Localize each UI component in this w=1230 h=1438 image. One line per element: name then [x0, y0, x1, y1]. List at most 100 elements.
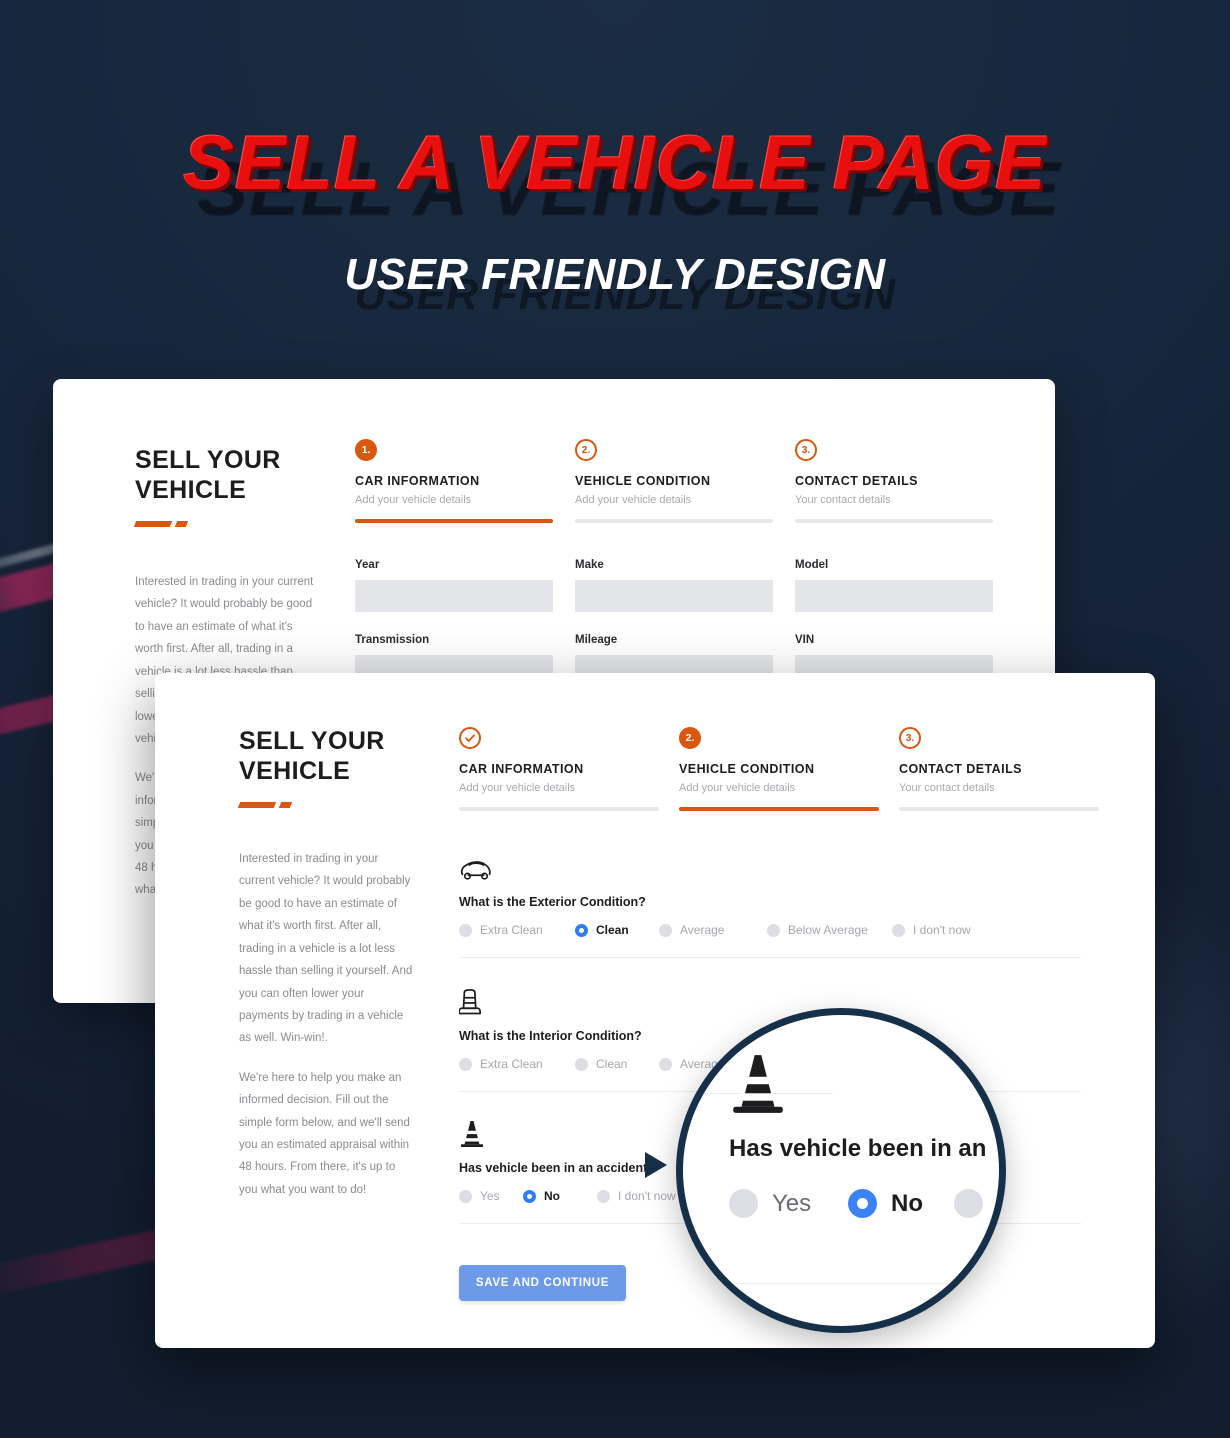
back-step-badge-1: 1. — [355, 439, 377, 461]
question-text-exterior: What is the Exterior Condition? — [459, 895, 646, 909]
radio-icon[interactable] — [659, 923, 672, 937]
radio-icon[interactable] — [892, 923, 905, 937]
back-card-page-title: SELL YOUR VEHICLE — [135, 445, 320, 505]
magnifier-pointer — [645, 1152, 667, 1178]
front-step-title-3: CONTACT DETAILS — [899, 762, 1022, 776]
field-input-model[interactable] — [795, 580, 993, 612]
front-step-rail-2 — [679, 807, 879, 811]
magnifier-option-no[interactable]: No — [848, 1189, 954, 1218]
front-step-rail-1 — [459, 807, 659, 811]
field-input-make[interactable] — [575, 580, 773, 612]
radio-icon[interactable] — [459, 923, 472, 937]
magnifier-question-text: Has vehicle been in an — [729, 1135, 987, 1162]
radio-icon-selected[interactable] — [848, 1189, 877, 1218]
option-accident-no[interactable]: No — [523, 1189, 597, 1203]
front-step-title-1: CAR INFORMATION — [459, 762, 584, 776]
front-step-item-1[interactable]: CAR INFORMATION Add your vehicle details — [459, 727, 659, 811]
save-and-continue-button[interactable]: SAVE AND CONTINUE — [459, 1265, 626, 1301]
front-card-lead-column: SELL YOUR VEHICLE Interested in trading … — [237, 726, 414, 1201]
field-year: Year — [355, 559, 553, 612]
radio-icon[interactable] — [659, 1057, 672, 1071]
back-step-item-3[interactable]: 3. CONTACT DETAILS Your contact details — [795, 439, 993, 523]
radio-icon[interactable] — [954, 1189, 983, 1218]
radio-icon-selected[interactable] — [575, 923, 588, 937]
radio-icon[interactable] — [459, 1189, 472, 1203]
magnifier-options: Yes No I d — [729, 1189, 999, 1218]
option-exterior-below-average[interactable]: Below Average — [767, 923, 892, 937]
back-step-subtitle-2: Add your vehicle details — [575, 494, 692, 506]
front-card-step-indicator: CAR INFORMATION Add your vehicle details… — [459, 727, 1099, 811]
option-label: Clean — [596, 923, 629, 937]
option-label: I don't now — [618, 1189, 676, 1203]
front-step-rail-3 — [899, 807, 1099, 811]
option-label: Average — [680, 923, 725, 937]
back-step-subtitle-3: Your contact details — [795, 494, 891, 506]
field-label-model: Model — [795, 559, 829, 571]
field-label-vin: VIN — [795, 634, 815, 646]
back-step-item-1[interactable]: 1. CAR INFORMATION Add your vehicle deta… — [355, 439, 553, 523]
field-label-mileage: Mileage — [575, 634, 618, 646]
front-step-item-2[interactable]: 2. VEHICLE CONDITION Add your vehicle de… — [679, 727, 879, 811]
accent-dash-long — [237, 802, 277, 808]
radio-icon[interactable] — [575, 1057, 588, 1071]
magnifier-fragment-label: rage — [689, 1057, 712, 1069]
option-label: Below Average — [788, 923, 868, 937]
option-label: Yes — [772, 1189, 812, 1217]
option-interior-extra-clean[interactable]: Extra Clean — [459, 1057, 575, 1071]
car-icon — [459, 849, 1081, 883]
back-card-title-line-2: VEHICLE — [135, 476, 247, 504]
back-step-item-2[interactable]: 2. VEHICLE CONDITION Add your vehicle de… — [575, 439, 773, 523]
question-exterior-condition: What is the Exterior Condition? Extra Cl… — [459, 849, 1081, 958]
back-card-form-fields: Year Make Model Transmission Mileage VIN — [355, 559, 1015, 687]
magnifier-callout: rage Has vehicle been in an Yes No I d — [676, 1008, 1006, 1333]
front-step-subtitle-2: Add your vehicle details — [679, 782, 796, 794]
magnifier-bottom-divider — [711, 1283, 991, 1284]
radio-icon[interactable] — [459, 1057, 472, 1071]
front-step-badge-1-check — [459, 727, 481, 749]
front-step-subtitle-1: Add your vehicle details — [459, 782, 576, 794]
field-label-transmission: Transmission — [355, 634, 430, 646]
front-step-item-3[interactable]: 3. CONTACT DETAILS Your contact details — [899, 727, 1099, 811]
back-step-badge-3: 3. — [795, 439, 817, 461]
field-input-year[interactable] — [355, 580, 553, 612]
back-step-rail-1 — [355, 519, 553, 523]
option-accident-i-dont-know[interactable]: I don't now — [597, 1189, 676, 1203]
back-step-title-3: CONTACT DETAILS — [795, 474, 918, 488]
hero-subtitle: USER FRIENDLY DESIGN — [344, 250, 886, 299]
hero-title: SELL A VEHICLE PAGE — [183, 121, 1047, 206]
car-seat-icon — [459, 983, 1081, 1017]
option-exterior-i-dont-know[interactable]: I don't now — [892, 923, 971, 937]
hero-subtitle-wrap: USER FRIENDLY DESIGN USER FRIENDLY DESIG… — [0, 250, 1230, 319]
radio-icon[interactable] — [597, 1189, 610, 1203]
back-step-title-1: CAR INFORMATION — [355, 474, 480, 488]
back-card-step-indicator: 1. CAR INFORMATION Add your vehicle deta… — [355, 439, 995, 523]
field-make: Make — [575, 559, 773, 612]
front-card-step-2: SELL YOUR VEHICLE Interested in trading … — [155, 673, 1155, 1348]
option-label: Extra Clean — [480, 1057, 543, 1071]
hero-title-wrap: SELL A VEHICLE PAGE SELL A VEHICLE PAGE — [0, 120, 1230, 232]
magnifier-content: Has vehicle been in an Yes No I d — [729, 1051, 999, 1218]
field-model: Model — [795, 559, 993, 612]
check-icon — [465, 734, 475, 742]
radio-icon[interactable] — [729, 1189, 758, 1218]
option-interior-clean[interactable]: Clean — [575, 1057, 659, 1071]
option-exterior-extra-clean[interactable]: Extra Clean — [459, 923, 575, 937]
option-exterior-clean[interactable]: Clean — [575, 923, 659, 937]
back-step-rail-2 — [575, 519, 773, 523]
magnifier-option-yes[interactable]: Yes — [729, 1189, 848, 1218]
option-exterior-average[interactable]: Average — [659, 923, 767, 937]
option-accident-yes[interactable]: Yes — [459, 1189, 523, 1203]
option-label: No — [891, 1189, 923, 1217]
front-step-subtitle-3: Your contact details — [899, 782, 995, 794]
traffic-cone-icon — [729, 1051, 999, 1117]
radio-icon-selected[interactable] — [523, 1189, 536, 1203]
back-step-rail-3 — [795, 519, 993, 523]
front-card-paragraph-2: We're here to help you make an informed … — [239, 1071, 410, 1196]
magnifier-option-i-dont-know[interactable]: I d — [954, 1189, 999, 1218]
option-label: No — [544, 1189, 560, 1203]
options-exterior: Extra Clean Clean Average Below Average … — [459, 923, 1081, 937]
radio-icon[interactable] — [767, 923, 780, 937]
option-label: Yes — [480, 1189, 500, 1203]
front-card-page-title: SELL YOUR VEHICLE — [239, 726, 414, 786]
field-label-year: Year — [355, 559, 380, 571]
